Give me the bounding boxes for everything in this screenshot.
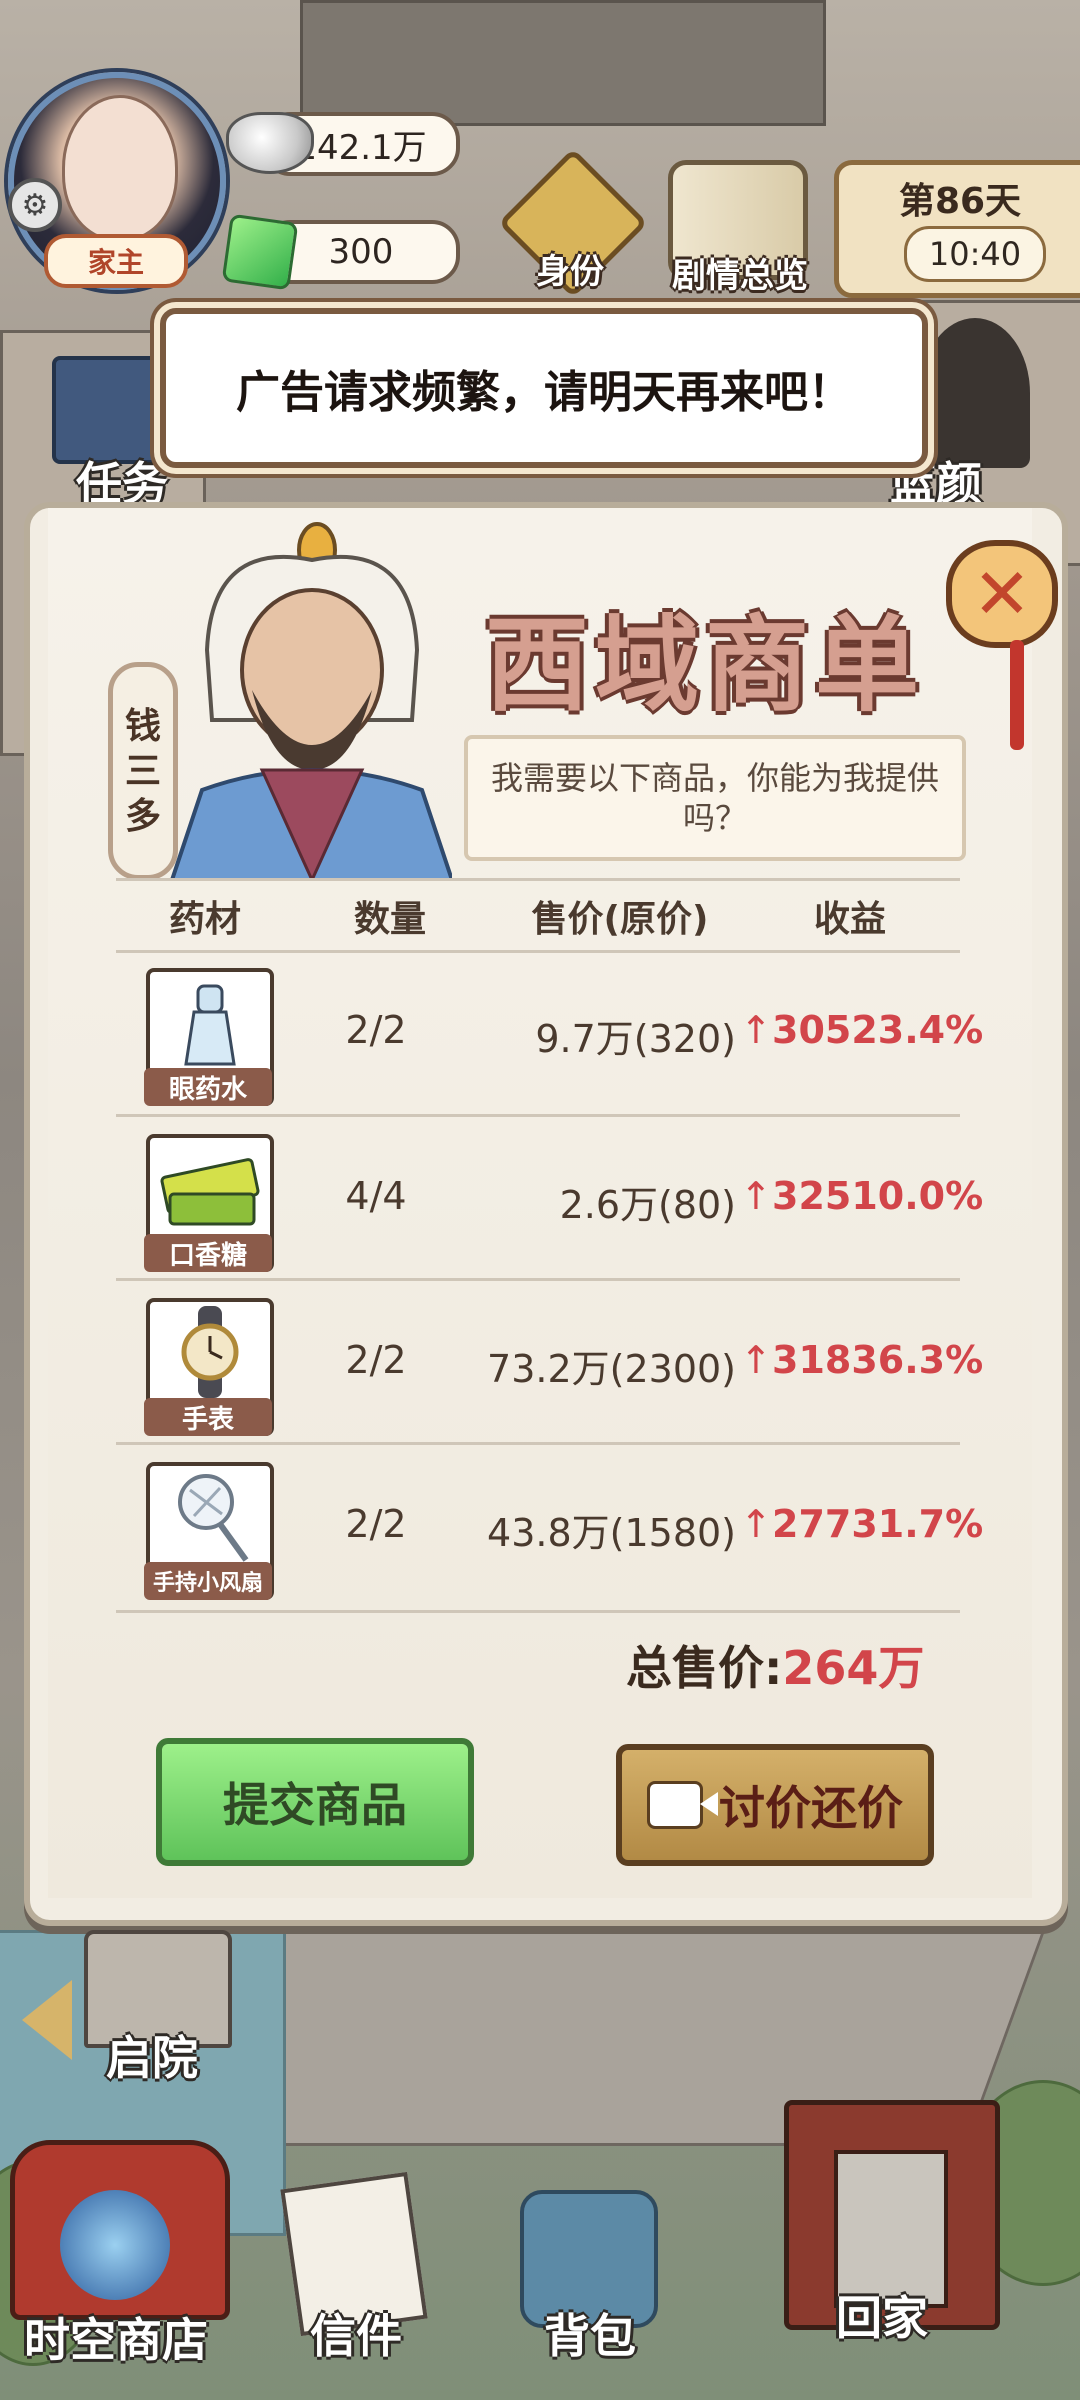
item-profit: 30523.4% xyxy=(772,1008,984,1052)
item-price: 9.7万(320) xyxy=(535,1017,736,1061)
item-label: 眼药水 xyxy=(144,1068,272,1106)
header-price: 售价(原价) xyxy=(531,899,709,940)
bargain-button[interactable]: 讨价还价 xyxy=(616,1744,934,1866)
total-label: 总售价: xyxy=(626,1641,783,1695)
up-arrow-icon: ↑ xyxy=(740,1502,772,1546)
item-label: 口香糖 xyxy=(144,1234,272,1272)
table-row: 眼药水 2/2 9.7万(320) ↑ 30523.4% xyxy=(116,958,983,1118)
merchant-name-char: 多 xyxy=(124,795,161,837)
home-label[interactable]: 回家 xyxy=(836,2282,928,2348)
total-price: 总售价:264万 xyxy=(626,1632,924,1698)
shop-label[interactable]: 时空商店 xyxy=(24,2304,208,2370)
gear-icon[interactable]: ⚙ xyxy=(8,178,62,232)
avatar-portrait xyxy=(62,95,178,241)
item-qty: 2/2 xyxy=(345,1502,407,1546)
video-icon xyxy=(647,1781,718,1829)
header-profit: 收益 xyxy=(813,899,886,940)
eyedrops-illustration xyxy=(184,984,236,1066)
story-overview-label[interactable]: 剧情总览 xyxy=(672,248,808,297)
bag-label[interactable]: 背包 xyxy=(544,2300,636,2366)
up-arrow-icon: ↑ xyxy=(740,1338,772,1382)
toast-message: 广告请求频繁，请明天再来吧！ xyxy=(160,308,928,468)
item-profit: 31836.3% xyxy=(772,1338,984,1382)
divider xyxy=(116,878,960,881)
item-qty: 2/2 xyxy=(345,1338,407,1382)
item-price: 73.2万(2300) xyxy=(487,1347,736,1391)
header-qty: 数量 xyxy=(353,899,426,940)
submit-goods-button[interactable]: 提交商品 xyxy=(156,1738,474,1866)
item-price: 43.8万(1580) xyxy=(487,1511,736,1555)
divider xyxy=(116,1442,960,1445)
watch-illustration xyxy=(181,1306,239,1398)
background-roof xyxy=(300,0,826,126)
item-label: 手持小风扇 xyxy=(144,1562,272,1600)
item-profit: 27731.7% xyxy=(772,1502,984,1546)
identity-label[interactable]: 身份 xyxy=(536,244,604,293)
bargain-label: 讨价还价 xyxy=(719,1781,903,1835)
backyard-label[interactable]: 启院 xyxy=(106,2022,198,2088)
item-qty: 2/2 xyxy=(345,1008,407,1052)
up-arrow-icon: ↑ xyxy=(740,1174,772,1218)
close-icon: ✕ xyxy=(972,553,1032,635)
item-qty: 4/4 xyxy=(345,1174,407,1218)
divider xyxy=(116,1610,960,1613)
merchant-speech: 我需要以下商品，你能为我提供吗？ xyxy=(464,735,966,861)
day-counter: 第86天 xyxy=(898,181,1022,222)
back-arrow-icon[interactable] xyxy=(22,1980,72,2060)
divider xyxy=(116,1278,960,1281)
merchant-name-char: 三 xyxy=(124,750,161,792)
item-label: 手表 xyxy=(144,1398,272,1436)
role-badge: 家主 xyxy=(44,234,188,288)
divider xyxy=(116,950,960,953)
divider xyxy=(116,1114,960,1117)
silver-ingot-icon xyxy=(226,112,314,174)
tassel-decoration xyxy=(1010,640,1024,750)
header-item: 药材 xyxy=(168,899,241,940)
up-arrow-icon: ↑ xyxy=(740,1008,772,1052)
table-row: 手表 2/2 73.2万(2300) ↑ 31836.3% xyxy=(116,1288,983,1448)
handheld-fan-illustration xyxy=(178,1474,249,1562)
merchant-name-char: 钱 xyxy=(124,705,161,747)
total-value: 264万 xyxy=(782,1641,925,1695)
table-row: 口香糖 4/4 2.6万(80) ↑ 32510.0% xyxy=(116,1124,983,1284)
chewing-gum-illustration xyxy=(160,1158,260,1226)
lanyan-character[interactable] xyxy=(920,318,1030,468)
merchant-name-tag: 钱 三 多 xyxy=(108,662,178,880)
portal-swirl-icon xyxy=(60,2190,170,2300)
letters-label[interactable]: 信件 xyxy=(310,2300,402,2366)
game-time: 10:40 xyxy=(904,226,1046,282)
gem-icon xyxy=(221,213,299,291)
table-row: 手持小风扇 2/2 43.8万(1580) ↑ 27731.7% xyxy=(116,1452,983,1612)
item-price: 2.6万(80) xyxy=(559,1183,736,1227)
close-button[interactable]: ✕ xyxy=(946,540,1058,648)
panel-title: 西域商单 xyxy=(484,604,925,726)
item-profit: 32510.0% xyxy=(772,1174,984,1218)
